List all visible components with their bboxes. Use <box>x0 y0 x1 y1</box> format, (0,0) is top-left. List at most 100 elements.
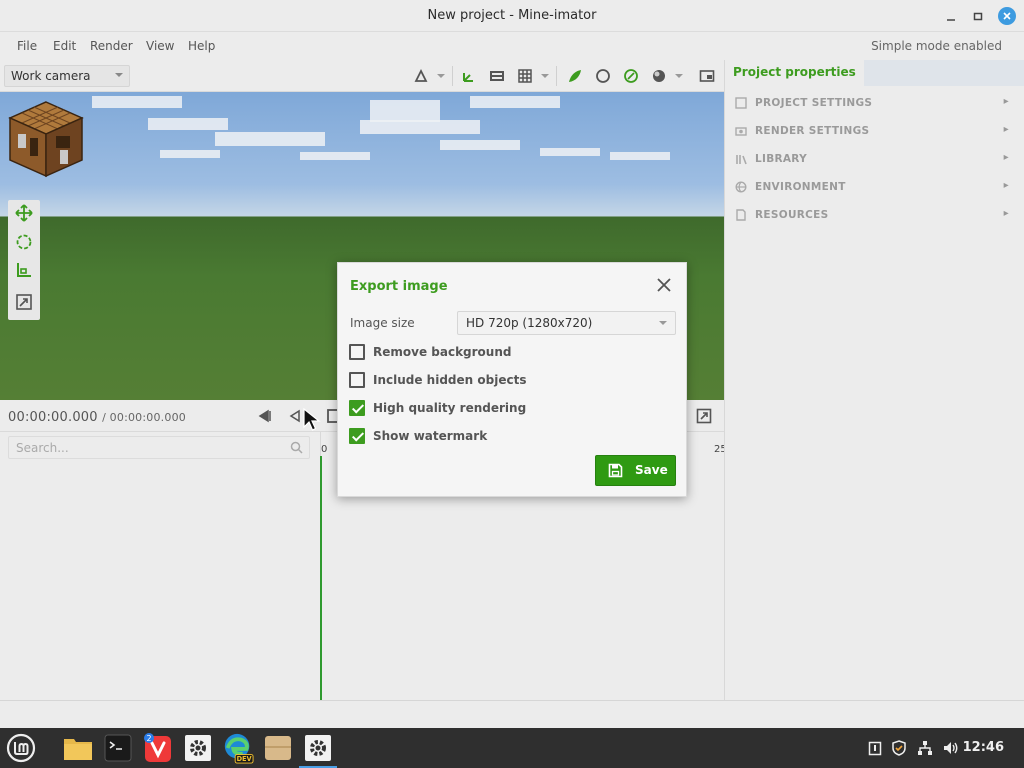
taskbar: 2 DEV 12:46 <box>0 728 1024 768</box>
chevron-down-icon <box>115 73 123 77</box>
particles-button[interactable] <box>566 67 584 85</box>
view-mode-button[interactable] <box>488 67 506 85</box>
mine-imator-app[interactable] <box>299 732 337 768</box>
move-tool-button[interactable] <box>460 67 478 85</box>
section-resources[interactable]: RESOURCES ▸ <box>735 206 1017 226</box>
lighting-icon <box>624 69 638 83</box>
rotate-icon[interactable] <box>15 233 33 251</box>
minimize-icon <box>947 19 955 21</box>
clipboard-icon[interactable] <box>867 740 883 756</box>
lighting-button[interactable] <box>622 67 640 85</box>
globe-icon <box>735 181 747 193</box>
cloud <box>148 118 228 130</box>
current-time: 00:00:00.000 / 00:00:00.000 <box>8 410 186 425</box>
viewport-toolbar: Work camera <box>0 60 724 92</box>
image-size-value: HD 720p (1280x720) <box>466 316 593 330</box>
settings-app[interactable] <box>182 732 214 764</box>
pip-icon <box>699 70 715 82</box>
mouse-cursor-icon <box>303 408 321 431</box>
picture-in-picture-button[interactable] <box>698 67 716 85</box>
volume-icon[interactable] <box>943 740 959 756</box>
title-bar: New project - Mine-imator <box>0 0 1024 32</box>
chevron-down-icon[interactable] <box>675 74 683 78</box>
maximize-button[interactable] <box>969 7 987 25</box>
chevron-down-icon <box>659 321 667 325</box>
camera-select-value: Work camera <box>11 69 91 83</box>
close-icon <box>1003 12 1011 20</box>
tab-project-properties[interactable]: Project properties <box>725 60 864 86</box>
option-label: Include hidden objects <box>373 373 527 387</box>
section-render-settings[interactable]: RENDER SETTINGS ▸ <box>735 122 1017 142</box>
timeline-search-input[interactable]: Search... <box>8 436 310 459</box>
vivaldi-app[interactable]: 2 <box>142 732 174 764</box>
total-time: / 00:00:00.000 <box>102 411 186 424</box>
minimize-button[interactable] <box>942 7 960 25</box>
chevron-right-icon: ▸ <box>1003 96 1009 107</box>
transform-tools <box>8 200 40 320</box>
render-mode-button[interactable] <box>650 67 668 85</box>
edge-icon: DEV <box>224 733 254 764</box>
save-button[interactable]: Save <box>595 455 676 486</box>
expand-icon[interactable] <box>696 408 712 424</box>
save-icon <box>608 463 623 478</box>
close-icon[interactable] <box>656 277 672 293</box>
close-window-button[interactable] <box>998 7 1016 25</box>
move-icon[interactable] <box>15 204 33 222</box>
simple-mode-toggle[interactable]: Simple mode enabled <box>871 39 1002 53</box>
terminal-app[interactable] <box>102 732 134 764</box>
menu-render[interactable]: Render <box>90 39 133 53</box>
menu-edit[interactable]: Edit <box>53 39 76 53</box>
cloud <box>92 96 182 108</box>
snap-icon <box>414 68 428 82</box>
library-icon <box>736 155 747 165</box>
crafting-table-icon[interactable] <box>8 100 84 178</box>
edge-dev-app[interactable]: DEV <box>222 732 254 764</box>
checkbox[interactable] <box>349 344 365 360</box>
dialog-title: Export image <box>350 279 448 294</box>
menu-help[interactable]: Help <box>188 39 215 53</box>
section-library[interactable]: LIBRARY ▸ <box>735 150 1017 170</box>
snap-button[interactable] <box>412 67 430 85</box>
checkbox-checked[interactable] <box>349 400 365 416</box>
chevron-down-icon[interactable] <box>437 74 445 78</box>
files-app[interactable] <box>62 732 94 764</box>
menu-view[interactable]: View <box>146 39 174 53</box>
playhead[interactable] <box>320 456 322 700</box>
cloud <box>610 152 670 160</box>
chevron-down-icon[interactable] <box>541 74 549 78</box>
network-icon[interactable] <box>917 740 933 756</box>
grid-button[interactable] <box>516 67 534 85</box>
menu-bar: File Edit Render View Help Simple mode e… <box>0 32 1024 60</box>
image-size-select[interactable]: HD 720p (1280x720) <box>457 311 676 335</box>
step-back-icon[interactable] <box>287 408 303 424</box>
cloud <box>360 120 480 134</box>
camera-select[interactable]: Work camera <box>4 65 130 87</box>
bend-icon[interactable] <box>15 293 33 311</box>
scale-icon[interactable] <box>15 261 33 279</box>
archive-app[interactable] <box>262 732 294 764</box>
status-bar <box>0 700 1024 728</box>
clock[interactable]: 12:46 <box>963 740 1004 755</box>
option-label: Remove background <box>373 345 512 359</box>
checkbox[interactable] <box>349 372 365 388</box>
folder-icon <box>64 739 92 760</box>
shape-button[interactable] <box>594 67 612 85</box>
section-label: ENVIRONMENT <box>755 181 846 193</box>
jump-start-icon[interactable] <box>258 408 274 424</box>
shield-icon[interactable] <box>891 740 907 756</box>
menu-file[interactable]: File <box>17 39 37 53</box>
checkbox-checked[interactable] <box>349 428 365 444</box>
vivaldi-badge: 2 <box>146 734 151 743</box>
archive-icon <box>265 736 291 760</box>
vivaldi-icon: 2 <box>144 733 171 762</box>
section-project-settings[interactable]: PROJECT SETTINGS ▸ <box>735 94 1017 114</box>
gear-icon <box>185 735 211 761</box>
document-icon <box>735 97 747 109</box>
gear-icon <box>305 735 331 761</box>
sphere-icon <box>653 70 665 82</box>
mint-logo-icon <box>6 733 36 763</box>
cloud <box>540 148 600 156</box>
properties-panel: Project properties PROJECT SETTINGS ▸ RE… <box>724 60 1024 700</box>
section-environment[interactable]: ENVIRONMENT ▸ <box>735 178 1017 198</box>
mint-menu-button[interactable] <box>5 732 37 764</box>
